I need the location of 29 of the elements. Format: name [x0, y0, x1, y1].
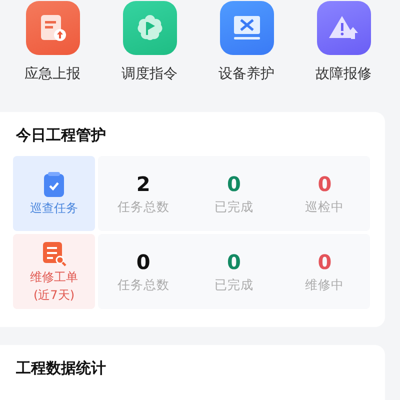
stat-label: 任务总数: [117, 276, 170, 294]
stat-value: 0: [227, 250, 241, 274]
shortcut-button[interactable]: [220, 1, 274, 55]
stat-label: 维修中: [305, 276, 344, 294]
category-label: 巡查任务: [30, 200, 78, 216]
shortcut-button[interactable]: [26, 1, 80, 55]
category-label: 维修工单: [30, 270, 78, 284]
shortcut-label: 故障报修: [316, 65, 372, 83]
category-tile[interactable]: 维修工单 (近7天): [13, 234, 95, 309]
clipboard-check-icon: [42, 172, 66, 198]
shortcut-label: 应急上报: [24, 65, 80, 83]
stat-label: 任务总数: [117, 198, 170, 216]
category-sublabel: (近7天): [34, 288, 74, 302]
stat-value: 0: [136, 250, 150, 274]
card-title: 工程数据统计: [16, 359, 107, 378]
shortcut-button[interactable]: [316, 1, 370, 55]
stat-value: 2: [136, 172, 150, 196]
stat-label: 已完成: [214, 276, 254, 294]
shortcut-label: 调度指令: [122, 65, 178, 83]
document-search-icon: [41, 241, 67, 268]
stat-value: 0: [227, 172, 241, 196]
category-tile[interactable]: 巡查任务: [13, 156, 95, 231]
stat-value: 0: [318, 172, 332, 196]
shortcut-label: 设备养护: [218, 65, 274, 83]
stat-label: 巡检中: [305, 198, 344, 216]
card-title: 今日工程管护: [16, 126, 107, 145]
stat-value: 0: [318, 250, 332, 274]
stat-label: 已完成: [214, 198, 254, 216]
shortcut-button[interactable]: [122, 1, 176, 55]
